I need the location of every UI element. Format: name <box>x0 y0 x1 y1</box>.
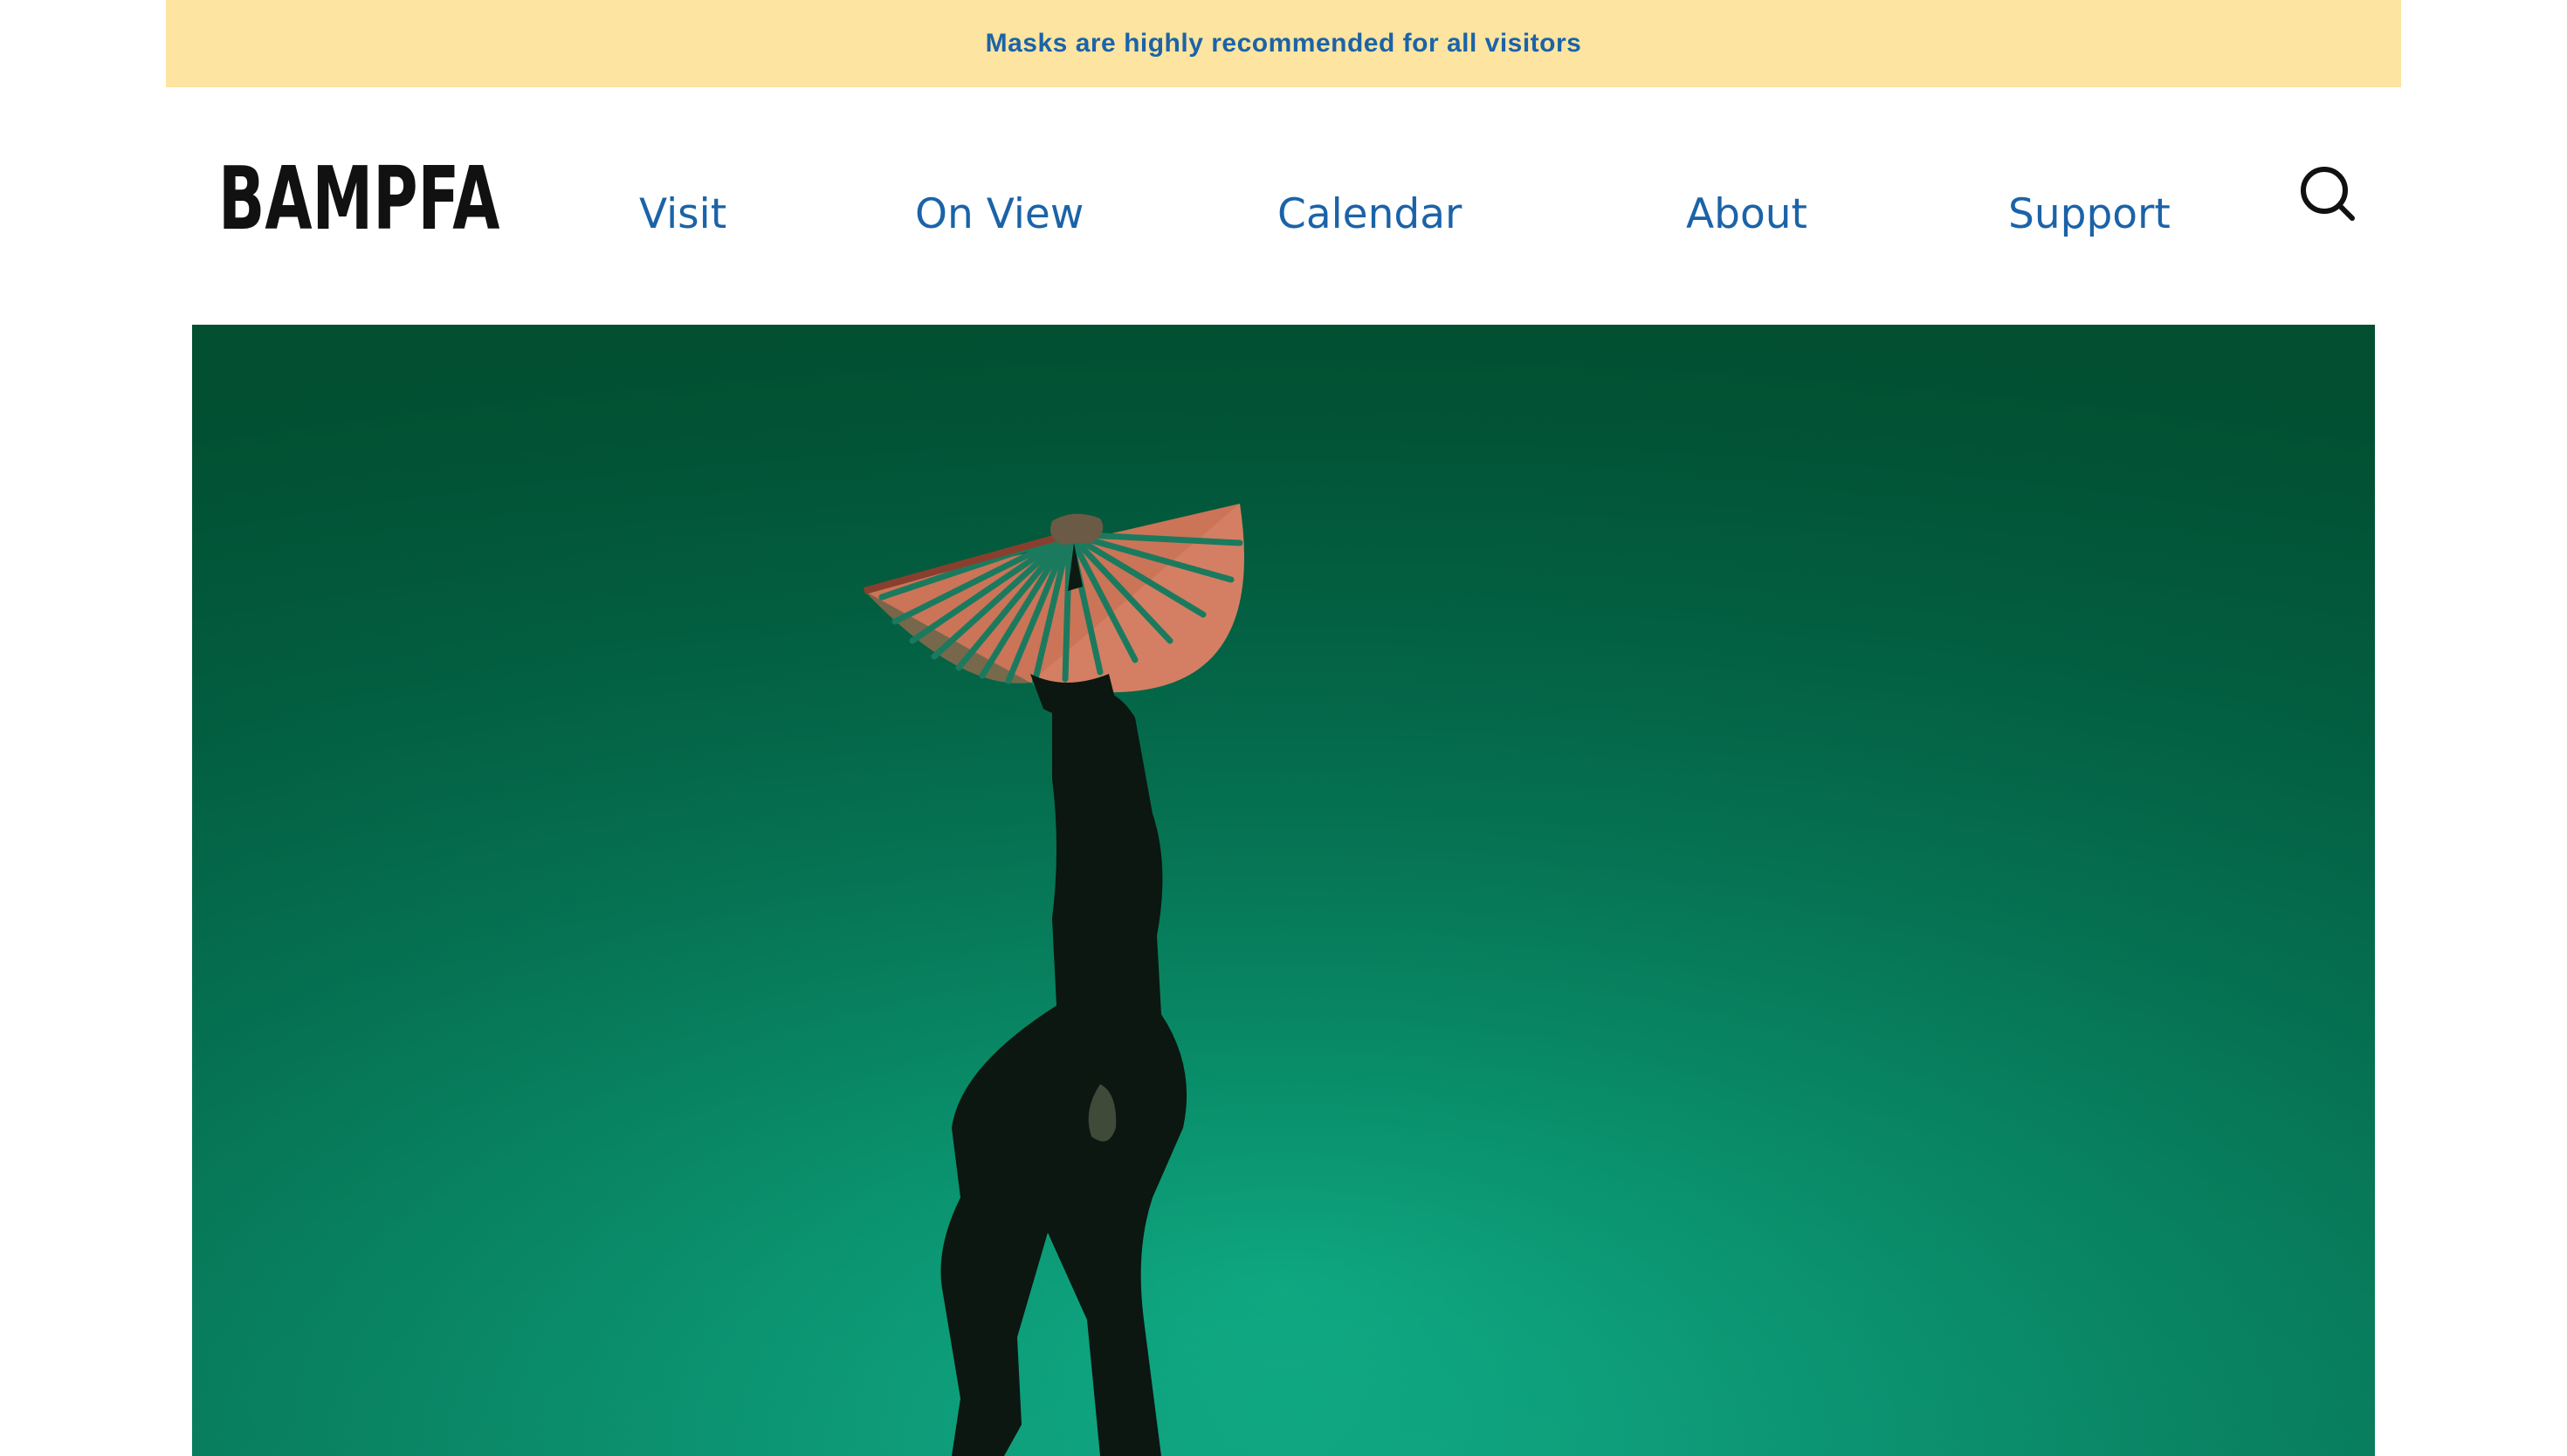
search-icon <box>2301 167 2355 221</box>
dancer-with-fan-illustration <box>192 325 2375 1456</box>
nav-item-support[interactable]: Support <box>2008 190 2171 239</box>
nav-item-calendar[interactable]: Calendar <box>1277 190 1462 239</box>
alert-message: Masks are highly recommended for all vis… <box>985 29 1582 58</box>
site-header: BAMPFA Visit On View Calendar About Supp… <box>166 87 2401 325</box>
search-button[interactable] <box>2293 161 2363 230</box>
nav-item-on-view[interactable]: On View <box>915 190 1084 239</box>
bampfa-logo[interactable]: BAMPFA <box>218 155 499 243</box>
hand <box>1050 513 1104 545</box>
nav-item-visit[interactable]: Visit <box>639 190 726 239</box>
nav-item-about[interactable]: About <box>1686 190 1807 239</box>
page: Masks are highly recommended for all vis… <box>0 0 2567 1456</box>
alert-banner: Masks are highly recommended for all vis… <box>166 0 2401 87</box>
hero-image <box>192 325 2375 1456</box>
